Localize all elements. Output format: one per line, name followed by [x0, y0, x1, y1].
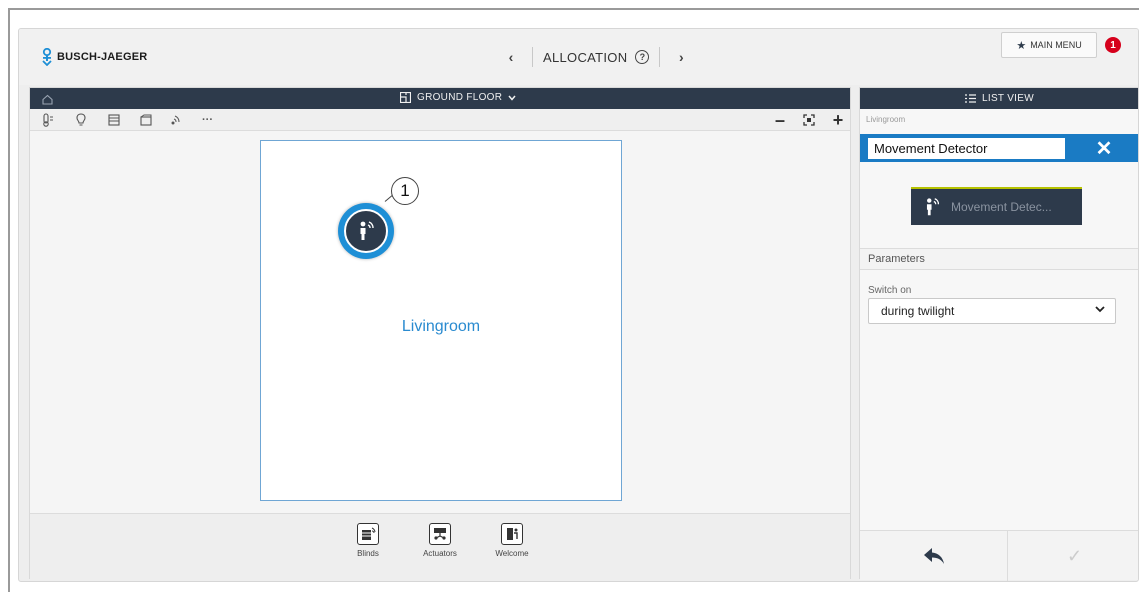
category-blinds[interactable]: Blinds [340, 523, 396, 558]
chevron-down-icon [508, 95, 516, 101]
floorplan-panel: GROUND FLOOR ··· – + Livingroom 1 Blinds… [29, 87, 851, 580]
switch-on-value: during twilight [881, 304, 955, 318]
scene-icon[interactable] [140, 113, 152, 127]
room-livingroom[interactable]: Livingroom 1 [260, 140, 622, 501]
more-icon[interactable]: ··· [202, 113, 213, 127]
nav-next-icon[interactable]: › [670, 49, 692, 65]
movement-detector-icon [344, 209, 388, 253]
main-menu-button[interactable]: ★ MAIN MENU [1001, 32, 1097, 58]
back-button[interactable] [860, 531, 1008, 581]
brand-logo: BUSCH-JAEGER [41, 48, 147, 66]
category-actuators[interactable]: Actuators [412, 523, 468, 558]
fit-to-screen-icon[interactable] [797, 110, 821, 130]
movement-detector-icon [926, 198, 940, 216]
callout-marker: 1 [391, 177, 419, 205]
brand-name: BUSCH-JAEGER [57, 51, 148, 63]
busch-jaeger-logo-icon [42, 48, 52, 66]
detail-panel: LIST VIEW Livingroom ✕ Movement Detec...… [859, 87, 1138, 581]
parameters-header: Parameters [860, 248, 1138, 270]
back-arrow-icon [923, 548, 944, 564]
category-welcome[interactable]: Welcome [484, 523, 540, 558]
checkmark-icon: ✓ [1066, 545, 1083, 566]
switch-on-label: Switch on [868, 285, 912, 296]
close-icon[interactable]: ✕ [1090, 136, 1118, 160]
zoom-in-button[interactable]: + [826, 110, 850, 130]
floorplan-icon [400, 92, 411, 103]
device-name-input[interactable] [868, 138, 1065, 159]
thermostat-icon[interactable] [42, 113, 54, 127]
confirm-button[interactable]: ✓ [1008, 531, 1138, 581]
star-icon: ★ [1016, 39, 1027, 52]
light-bulb-icon[interactable] [76, 113, 86, 127]
category-label: Welcome [495, 549, 529, 558]
list-view-button[interactable]: LIST VIEW [860, 88, 1138, 109]
welcome-icon [501, 523, 523, 545]
floorplan-canvas[interactable]: Livingroom 1 [30, 131, 850, 513]
floor-title: GROUND FLOOR [417, 92, 503, 103]
breadcrumb: Livingroom [866, 115, 906, 124]
movement-sensor-icon[interactable] [170, 113, 184, 127]
device-tile[interactable]: Movement Detec... [911, 187, 1082, 225]
page-title: ALLOCATION [543, 49, 628, 65]
zoom-out-button[interactable]: – [768, 110, 792, 130]
device-toolbar: ··· – + [30, 109, 850, 131]
list-icon [965, 94, 976, 103]
blinds-icon[interactable] [108, 113, 120, 127]
nav-prev-icon[interactable]: ‹ [500, 49, 522, 65]
category-label: Actuators [423, 549, 457, 558]
nav-divider [532, 47, 533, 67]
actuators-icon [429, 523, 451, 545]
list-view-label: LIST VIEW [982, 93, 1034, 104]
device-marker-movement-detector[interactable] [338, 203, 394, 259]
device-tile-label: Movement Detec... [951, 200, 1052, 214]
category-bar: Blinds Actuators Welcome [30, 513, 850, 580]
help-icon[interactable]: ? [635, 50, 650, 64]
chevron-down-icon [1095, 306, 1105, 313]
notification-badge[interactable]: 1 [1105, 37, 1121, 53]
home-icon[interactable] [42, 92, 53, 110]
floor-selector[interactable]: GROUND FLOOR [400, 92, 516, 103]
app-window: BUSCH-JAEGER ‹ ALLOCATION ? › ★ MAIN MEN… [18, 28, 1139, 582]
floor-bar: GROUND FLOOR [30, 88, 850, 109]
blinds-icon [357, 523, 379, 545]
room-label: Livingroom [401, 318, 481, 335]
switch-on-select[interactable]: during twilight [868, 298, 1116, 324]
panel-actions: ✓ [860, 530, 1138, 581]
nav-divider [659, 47, 661, 67]
category-label: Blinds [357, 549, 379, 558]
device-name-row: ✕ [860, 134, 1138, 162]
main-menu-label: MAIN MENU [1030, 40, 1082, 50]
allocation-nav: ‹ ALLOCATION ? › [500, 43, 692, 71]
header: BUSCH-JAEGER ‹ ALLOCATION ? › ★ MAIN MEN… [19, 29, 1138, 85]
